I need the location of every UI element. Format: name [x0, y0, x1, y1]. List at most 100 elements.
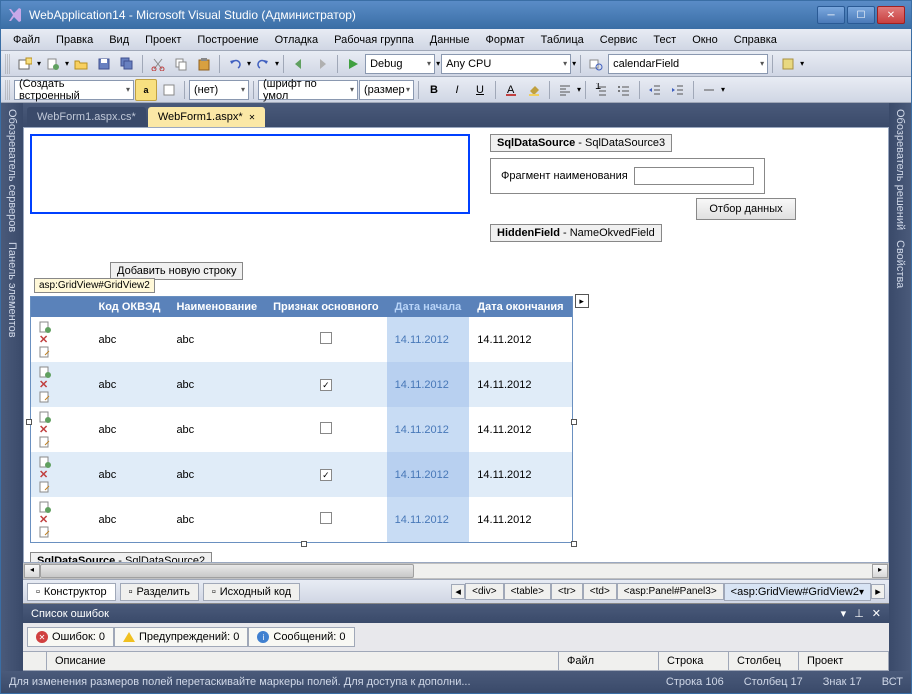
sqldatasource2-control[interactable]: SqlDataSource - SqlDataSource2 — [30, 552, 212, 563]
err-col-desc[interactable]: Описание — [47, 652, 559, 670]
empty-panel[interactable] — [30, 134, 470, 214]
gridview-action-button[interactable]: ▸ — [575, 294, 589, 308]
menu-table[interactable]: Таблица — [533, 32, 592, 48]
menu-tools[interactable]: Сервис — [592, 32, 646, 48]
forecolor-button[interactable]: A — [500, 79, 522, 101]
table-row[interactable]: ✕ abcabc14.11.201214.11.2012 — [31, 317, 573, 362]
insert-icon[interactable] — [39, 501, 83, 513]
add-item-button[interactable] — [42, 53, 64, 75]
breadcrumb-table[interactable]: <table> — [504, 583, 551, 600]
indent-button[interactable] — [667, 79, 689, 101]
css-class-dropdown[interactable]: (нет) — [189, 80, 249, 100]
attach-style-button[interactable] — [158, 79, 180, 101]
panel-dropdown-icon[interactable]: ▾ — [841, 607, 847, 620]
redo-button[interactable] — [252, 53, 274, 75]
split-view-button[interactable]: ▫Разделить — [120, 583, 199, 601]
bullet-list-button[interactable] — [613, 79, 635, 101]
save-button[interactable] — [93, 53, 115, 75]
insert-icon[interactable] — [39, 456, 83, 468]
scroll-thumb[interactable] — [40, 564, 414, 578]
insert-icon[interactable] — [39, 411, 83, 423]
add-dropdown-icon[interactable]: ▾ — [65, 59, 69, 68]
minimize-button[interactable]: ─ — [817, 6, 845, 24]
menu-team[interactable]: Рабочая группа — [326, 32, 422, 48]
toolbar-grip[interactable] — [5, 80, 11, 100]
delete-icon[interactable]: ✕ — [39, 514, 48, 526]
err-col-icon[interactable] — [23, 652, 47, 670]
paste-button[interactable] — [193, 53, 215, 75]
new-dropdown-icon[interactable]: ▾ — [37, 59, 41, 68]
menu-build[interactable]: Построение — [189, 32, 266, 48]
bold-button[interactable]: B — [423, 79, 445, 101]
platform-dropdown[interactable]: Any CPU — [441, 54, 571, 74]
new-style-button[interactable]: a — [135, 79, 157, 101]
insert-icon[interactable] — [39, 321, 83, 333]
delete-icon[interactable]: ✕ — [39, 424, 48, 436]
main-checkbox[interactable] — [320, 422, 332, 434]
outdent-button[interactable] — [644, 79, 666, 101]
panel-close-icon[interactable]: ✕ — [872, 607, 881, 620]
nav-forward-button[interactable] — [311, 53, 333, 75]
menu-project[interactable]: Проект — [137, 32, 189, 48]
menu-data[interactable]: Данные — [422, 32, 478, 48]
designer-hscrollbar[interactable]: ◂ ▸ — [23, 563, 889, 579]
breadcrumb-td[interactable]: <td> — [583, 583, 617, 600]
table-row[interactable]: ✕ abcabc✓14.11.201214.11.2012 — [31, 362, 573, 407]
new-project-button[interactable] — [14, 53, 36, 75]
maximize-button[interactable]: ☐ — [847, 6, 875, 24]
breadcrumb-next[interactable]: ▸ — [871, 584, 885, 599]
table-row[interactable]: ✕ abcabc✓14.11.201214.11.2012 — [31, 452, 573, 497]
underline-button[interactable]: U — [469, 79, 491, 101]
breadcrumb-tr[interactable]: <tr> — [551, 583, 583, 600]
err-col-project[interactable]: Проект — [799, 652, 889, 670]
find-in-files-button[interactable] — [585, 53, 607, 75]
undo-button[interactable] — [224, 53, 246, 75]
messages-tab[interactable]: i Сообщений: 0 — [248, 627, 354, 647]
main-checkbox[interactable]: ✓ — [320, 379, 332, 391]
css-target-dropdown[interactable]: (Создать встроенный — [14, 80, 134, 100]
breadcrumb-div[interactable]: <div> — [465, 583, 503, 600]
edit-icon[interactable] — [39, 346, 83, 358]
hiddenfield-control[interactable]: HiddenField - NameOkvedField — [490, 224, 662, 242]
tab-aspx[interactable]: WebForm1.aspx*✕ — [148, 107, 265, 127]
table-row[interactable]: ✕ abcabc14.11.201214.11.2012 — [31, 497, 573, 543]
nav-back-button[interactable] — [288, 53, 310, 75]
breadcrumb-panel[interactable]: <asp:Panel#Panel3> — [617, 583, 724, 600]
font-family-dropdown[interactable]: (шрифт по умол — [258, 80, 358, 100]
edit-icon[interactable] — [39, 391, 83, 403]
delete-icon[interactable]: ✕ — [39, 334, 48, 346]
filter-button[interactable]: Отбор данных — [696, 198, 795, 220]
menu-help[interactable]: Справка — [726, 32, 785, 48]
edit-icon[interactable] — [39, 526, 83, 538]
edit-icon[interactable] — [39, 436, 83, 448]
panel-pin-icon[interactable]: ⊥ — [854, 607, 864, 620]
more-button[interactable] — [698, 79, 720, 101]
italic-button[interactable]: I — [446, 79, 468, 101]
backcolor-button[interactable] — [523, 79, 545, 101]
fragment-input[interactable] — [634, 167, 754, 185]
save-all-button[interactable] — [116, 53, 138, 75]
scroll-right-button[interactable]: ▸ — [872, 564, 888, 578]
delete-icon[interactable]: ✕ — [39, 379, 48, 391]
breadcrumb-prev[interactable]: ◂ — [451, 584, 465, 599]
close-button[interactable]: ✕ — [877, 6, 905, 24]
breadcrumb-gridview[interactable]: <asp:GridView#GridView2▾ — [724, 583, 871, 601]
err-col-line[interactable]: Строка — [659, 652, 729, 670]
find-dropdown[interactable]: calendarField — [608, 54, 768, 74]
menu-format[interactable]: Формат — [478, 32, 533, 48]
open-button[interactable] — [70, 53, 92, 75]
main-checkbox[interactable] — [320, 512, 332, 524]
errors-tab[interactable]: ✕ Ошибок: 0 — [27, 627, 114, 647]
edit-icon[interactable] — [39, 481, 83, 493]
menu-edit[interactable]: Правка — [48, 32, 101, 48]
insert-icon[interactable] — [39, 366, 83, 378]
menu-file[interactable]: Файл — [5, 32, 48, 48]
toolbar-grip[interactable] — [5, 54, 11, 74]
undo-dropdown-icon[interactable]: ▾ — [247, 59, 251, 68]
close-tab-icon[interactable]: ✕ — [249, 113, 256, 122]
menu-debug[interactable]: Отладка — [267, 32, 326, 48]
redo-dropdown-icon[interactable]: ▾ — [275, 59, 279, 68]
menu-window[interactable]: Окно — [684, 32, 726, 48]
err-col-file[interactable]: Файл — [559, 652, 659, 670]
config-dropdown[interactable]: Debug — [365, 54, 435, 74]
